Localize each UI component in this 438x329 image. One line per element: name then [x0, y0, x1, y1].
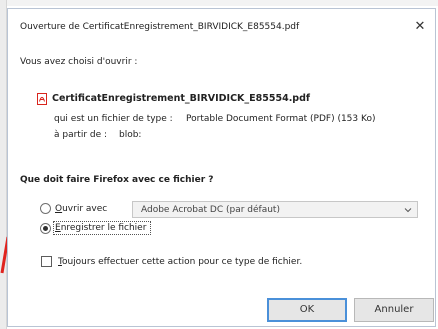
- open-with-radio[interactable]: [40, 203, 51, 214]
- pdf-file-icon: [37, 93, 47, 105]
- save-file-radio[interactable]: [40, 223, 51, 234]
- file-source-label: à partir de :: [54, 130, 108, 140]
- file-type-label: qui est un fichier de type :: [54, 114, 173, 124]
- close-icon[interactable]: ✕: [409, 17, 431, 37]
- download-dialog: Ouverture de CertificatEnregistrement_BI…: [7, 8, 436, 327]
- file-source-value: blob:: [119, 130, 142, 140]
- application-select-value: Adobe Acrobat DC (par défaut): [141, 205, 280, 215]
- dialog-title: Ouverture de CertificatEnregistrement_BI…: [20, 22, 300, 32]
- background-window-edge: [0, 0, 438, 6]
- application-select[interactable]: Adobe Acrobat DC (par défaut): [132, 201, 418, 218]
- background-window-strip: [0, 0, 7, 329]
- chevron-down-icon: [404, 208, 412, 213]
- open-with-label[interactable]: Ouvrir avec: [55, 204, 107, 214]
- save-file-label[interactable]: Enregistrer le fichier: [55, 223, 146, 233]
- file-type-value: Portable Document Format (PDF) (153 Ko): [186, 114, 376, 124]
- title-bar: Ouverture de CertificatEnregistrement_BI…: [8, 9, 435, 43]
- cancel-button[interactable]: Annuler: [354, 298, 434, 322]
- ok-button[interactable]: OK: [267, 298, 347, 322]
- question-heading: Que doit faire Firefox avec ce fichier ?: [20, 175, 214, 185]
- always-do-checkbox[interactable]: [41, 256, 52, 267]
- always-do-label[interactable]: Toujours effectuer cette action pour ce …: [58, 257, 302, 267]
- file-name: CertificatEnregistrement_BIRVIDICK_E8555…: [52, 93, 311, 104]
- intro-text: Vous avez choisi d'ouvrir :: [20, 57, 138, 67]
